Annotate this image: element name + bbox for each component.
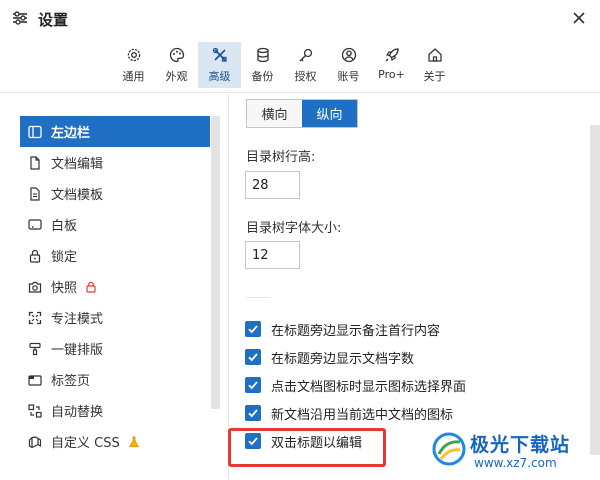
sidebar-item-custom-css[interactable]: 自定义 CSS [20,426,210,457]
css-icon [28,435,42,448]
sidebar-item-snapshot[interactable]: 快照 [20,271,210,302]
sidebar-item-label: 左边栏 [51,126,91,141]
check-icon [248,325,258,334]
check-icon [248,353,258,362]
tab-pro-plus[interactable]: Pro+ [370,42,413,88]
sidebar-item-label: 专注模式 [51,312,104,327]
checkbox-show-note-first-line[interactable]: 在标题旁边显示备注首行内容 [245,319,440,339]
checkbox-inherit-icon[interactable]: 新文档沿用当前选中文档的图标 [245,403,453,423]
tab-general[interactable]: 通用 [112,42,155,88]
sidebar-item-label: 自动替换 [51,405,104,420]
tab-advanced[interactable]: 高级 [198,42,241,88]
checkbox-show-icon-picker[interactable]: 点击文档图标时显示图标选择界面 [245,375,466,395]
palette-icon [169,47,184,63]
section-divider [246,297,270,298]
tab-license[interactable]: 授权 [284,42,327,88]
header-divider [0,92,600,93]
close-icon[interactable] [568,7,590,29]
settings-tabs: 通用 外观 高级 备份 授权 账号 Pro+ 关于 [112,42,456,88]
brush-icon [29,342,41,355]
font-size-input[interactable] [245,241,300,269]
sidebar-item-label: 文档编辑 [51,157,104,172]
tab-appearance[interactable]: 外观 [155,42,198,88]
tab-about[interactable]: 关于 [413,42,456,88]
checkbox-box[interactable] [245,349,261,365]
sidebar-item-lock[interactable]: 锁定 [20,240,210,271]
sidebar-icon [28,125,42,138]
title-bar: 设置 [0,0,600,36]
template-icon [30,186,40,201]
lock-badge-icon [86,281,96,293]
checkbox-box[interactable] [245,377,261,393]
sidebar: 左边栏 文档编辑 文档模板 白板 锁定 快照 专注模式 一键排版 标签页 自动替… [20,116,210,457]
sidebar-item-label: 标签页 [51,374,91,389]
checkbox-label: 在标题旁边显示备注首行内容 [271,323,441,339]
watermark-name: 极光下载站 [470,434,571,456]
orientation-toggle: 横向 纵向 [246,99,358,128]
sidebar-scrollbar[interactable] [211,116,220,409]
rocket-icon [385,48,399,62]
sidebar-item-doc-edit[interactable]: 文档编辑 [20,147,210,178]
check-icon [248,409,258,418]
tools-icon [212,47,227,62]
check-icon [248,381,258,390]
checkbox-label: 点击文档图标时显示图标选择界面 [271,379,467,395]
font-size-label: 目录树字体大小: [246,221,342,236]
checkbox-box[interactable] [245,405,261,421]
aurora-logo-icon [432,432,466,466]
sidebar-item-label: 文档模板 [51,188,104,203]
sidebar-item-left-panel[interactable]: 左边栏 [20,116,210,147]
replace-icon [28,403,42,418]
row-height-input[interactable] [245,171,300,199]
tab-account[interactable]: 账号 [327,42,370,88]
document-icon [30,155,40,170]
sidebar-item-label: 锁定 [51,250,78,265]
orientation-vertical-button[interactable]: 纵向 [302,100,357,127]
user-circle-icon [341,47,356,63]
sidebar-item-auto-replace[interactable]: 自动替换 [20,395,210,426]
tab-backup[interactable]: 备份 [241,42,284,88]
sidebar-item-doc-template[interactable]: 文档模板 [20,178,210,209]
settings-sliders-icon [13,11,27,25]
sidebar-item-whiteboard[interactable]: 白板 [20,209,210,240]
sidebar-item-focus-mode[interactable]: 专注模式 [20,302,210,333]
lock-icon [29,249,41,263]
sidebar-item-label: 白板 [51,219,78,234]
orientation-horizontal-button[interactable]: 横向 [247,100,302,127]
sidebar-item-label: 自定义 CSS [51,436,120,451]
database-icon [256,47,269,63]
camera-icon [28,281,42,293]
flask-badge-icon [128,436,139,447]
watermark: 极光下载站 www.xz7.com [430,428,598,478]
sidebar-item-tabs[interactable]: 标签页 [20,364,210,395]
checkbox-label: 在标题旁边显示文档字数 [271,351,415,367]
gear-icon [127,48,140,62]
checkbox-label: 新文档沿用当前选中文档的图标 [271,407,454,423]
content-scrollbar[interactable] [590,125,600,455]
sidebar-item-auto-format[interactable]: 一键排版 [20,333,210,364]
row-height-label: 目录树行高: [246,150,316,165]
watermark-url: www.xz7.com [474,456,557,470]
tab-icon [28,374,42,386]
home-icon [427,48,442,62]
sidebar-item-label: 快照 [51,281,78,296]
window-title: 设置 [38,11,69,29]
checkbox-show-word-count[interactable]: 在标题旁边显示文档字数 [245,347,414,367]
key-icon [299,48,312,62]
sidebar-divider [228,94,229,480]
checkbox-box[interactable] [245,321,261,337]
sidebar-item-label: 一键排版 [51,343,104,358]
fullscreen-icon [28,311,42,324]
whiteboard-icon [28,218,42,230]
highlight-annotation [228,428,386,467]
